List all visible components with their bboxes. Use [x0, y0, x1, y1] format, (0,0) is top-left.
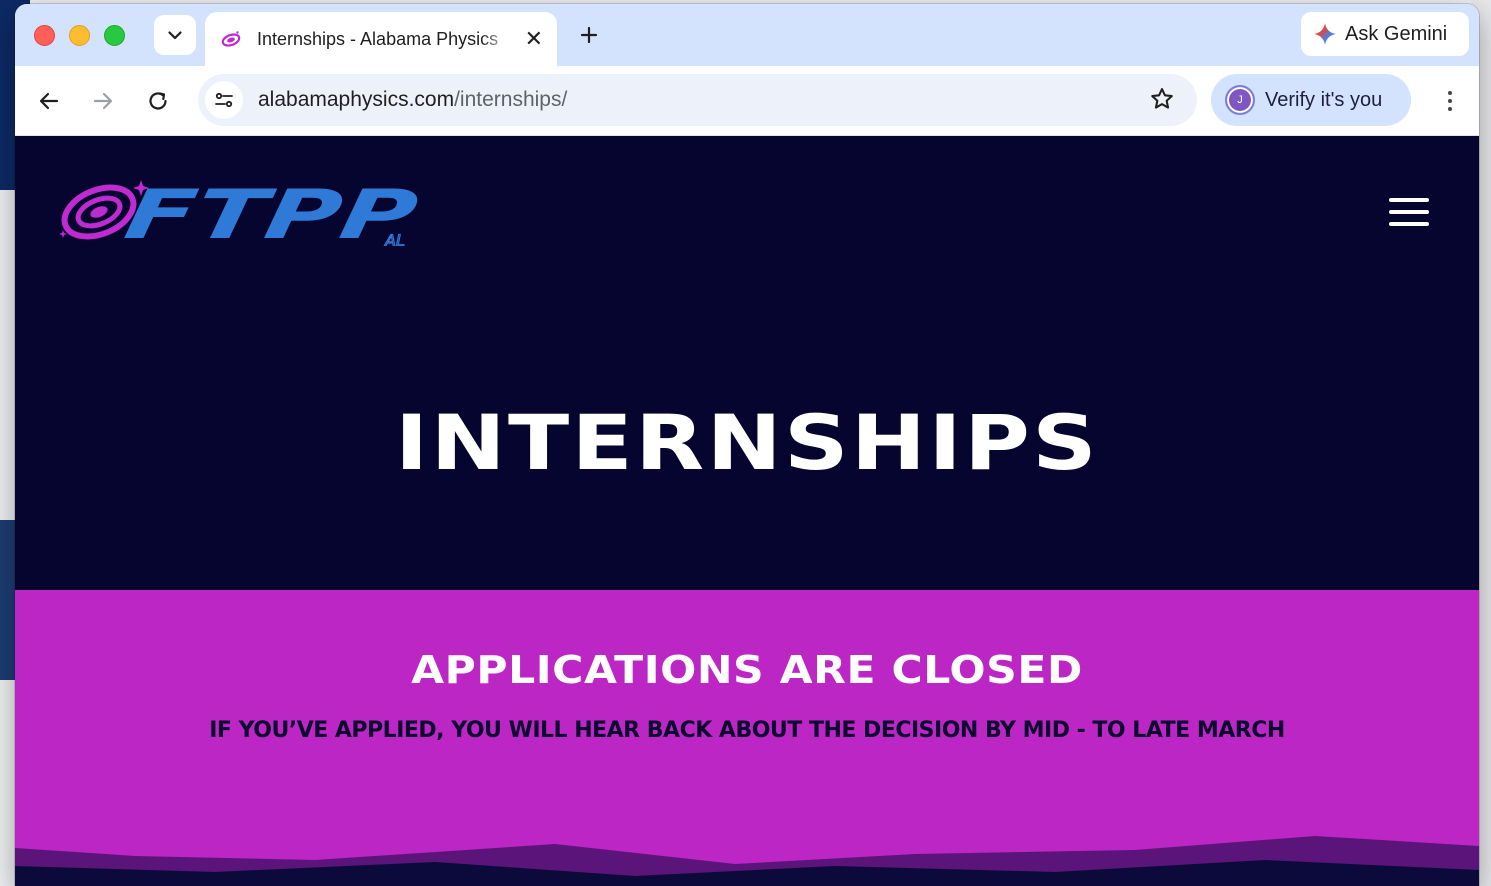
mountain-divider	[15, 836, 1479, 886]
tab-search-button[interactable]	[154, 15, 196, 55]
forward-arrow-icon	[93, 92, 113, 110]
browser-window: Internships - Alabama Physics ✕ Ask Gemi…	[15, 4, 1479, 886]
window-minimize-button[interactable]	[69, 25, 90, 46]
close-icon[interactable]: ✕	[525, 28, 543, 50]
tab-title: Internships - Alabama Physics	[257, 28, 499, 49]
kebab-menu-icon[interactable]	[1441, 88, 1459, 114]
new-tab-button[interactable]	[573, 19, 605, 51]
tab-strip: Internships - Alabama Physics ✕ Ask Gemi…	[15, 4, 1479, 66]
bookmark-button[interactable]	[1149, 86, 1175, 117]
page-viewport: FTPP AL INTERNSHIPS APPLICATIONS ARE CLO…	[15, 136, 1479, 886]
logo-sub-text: AL	[384, 231, 405, 246]
plus-icon	[580, 26, 598, 44]
window-zoom-button[interactable]	[104, 25, 125, 46]
browser-toolbar: alabamaphysics.com/internships/ J Verify…	[15, 66, 1479, 136]
back-button[interactable]	[35, 87, 63, 115]
reload-icon	[149, 92, 167, 110]
chevron-down-icon	[168, 31, 182, 40]
verify-label: Verify it's you	[1265, 88, 1383, 111]
star-icon	[1151, 88, 1173, 109]
logo-text: FTPP	[119, 176, 423, 246]
window-close-button[interactable]	[34, 25, 55, 46]
page-title: INTERNSHIPS	[394, 398, 1100, 487]
address-bar[interactable]: alabamaphysics.com/internships/	[198, 74, 1197, 126]
browser-tab-active[interactable]: Internships - Alabama Physics ✕	[205, 12, 557, 66]
applications-closed-heading: APPLICATIONS ARE CLOSED	[411, 648, 1083, 692]
back-arrow-icon	[39, 92, 59, 110]
url-domain: alabamaphysics.com	[258, 88, 455, 111]
site-info-icon	[215, 92, 233, 108]
applications-closed-section: APPLICATIONS ARE CLOSED IF YOU’VE APPLIE…	[15, 590, 1479, 886]
forward-button[interactable]	[89, 87, 117, 115]
site-favicon-icon	[221, 31, 241, 47]
reload-button[interactable]	[144, 87, 172, 115]
applications-closed-message: IF YOU’VE APPLIED, YOU WILL HEAR BACK AB…	[209, 718, 1285, 743]
ask-gemini-button[interactable]: Ask Gemini	[1301, 12, 1469, 56]
site-info-button[interactable]	[205, 81, 243, 119]
verify-profile-button[interactable]: J Verify it's you	[1211, 74, 1411, 126]
profile-avatar: J	[1225, 85, 1255, 115]
url-text[interactable]: alabamaphysics.com/internships/	[258, 88, 567, 112]
gemini-spark-icon	[1314, 23, 1336, 45]
url-path: /internships/	[454, 88, 568, 111]
hamburger-menu-icon[interactable]	[1389, 198, 1429, 226]
ask-gemini-label: Ask Gemini	[1345, 22, 1448, 45]
ftpp-logo[interactable]: FTPP AL	[59, 176, 425, 246]
